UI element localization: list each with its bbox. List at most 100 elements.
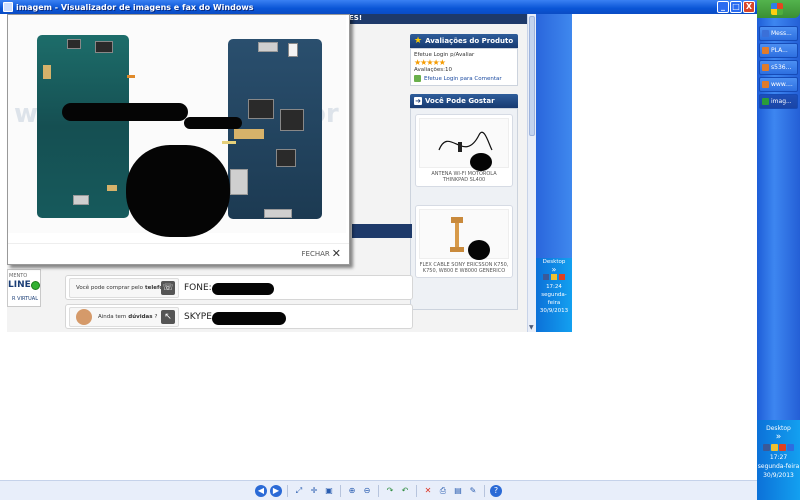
suggest-panel-header: ➜ Você Pode Gostar: [410, 94, 518, 108]
board-chip: [280, 109, 304, 131]
rotate-ccw-icon[interactable]: ↶: [399, 485, 411, 497]
embedded-date: 30/9/2013: [539, 308, 569, 314]
tray-icons: [757, 444, 800, 451]
window-title: imagem - Visualizador de imagens e fax d…: [16, 2, 254, 12]
minimize-button[interactable]: _: [717, 1, 729, 13]
doubts-suffix: ?: [154, 314, 158, 320]
security-icon[interactable]: [779, 444, 786, 451]
doubts-bold: dúvidas: [128, 314, 153, 320]
embedded-day: segunda-feira: [541, 292, 567, 306]
online-status-badge: MENTO LINE R VIRTUAL: [7, 269, 41, 307]
clock[interactable]: 17:27: [757, 453, 800, 462]
zoom-in-icon[interactable]: ⊕: [346, 485, 358, 497]
security-icon: [558, 274, 565, 280]
board-socket: [288, 43, 298, 57]
prev-image-icon[interactable]: ◀: [255, 484, 267, 497]
close-x-icon: ✕: [331, 247, 341, 260]
site-sidebar: ★ Avaliações do Produto Efetue Login p/A…: [410, 34, 518, 332]
slideshow-icon[interactable]: ▣: [323, 485, 335, 497]
suggest-panel: ANTENA WI-FI MOTOROLA THINKPAD SL400 FLE…: [410, 108, 518, 310]
msn-icon: [551, 274, 557, 280]
tray-date: 30/9/2013: [763, 472, 794, 479]
skype-label: SKYPE: [184, 312, 212, 322]
phone-label: FONE:: [184, 283, 212, 293]
browser-icon: [762, 47, 769, 54]
board-chip: [248, 99, 274, 119]
rating-stars-icon: ★★★★★: [414, 58, 446, 67]
taskbar-item-messenger[interactable]: Mess...: [759, 26, 798, 41]
board-chip: [67, 39, 81, 49]
embedded-tray: Desktop » 17:24 segunda-feira 30/9/2013: [536, 258, 572, 332]
save-icon[interactable]: ▤: [452, 485, 464, 497]
windows-taskbar: Mess... PLA... s536... www.... imag... D…: [757, 0, 800, 500]
badge-bottom-text: R VIRTUAL: [12, 296, 38, 302]
ratings-panel-header: ★ Avaliações do Produto: [410, 34, 518, 48]
next-image-icon[interactable]: ▶: [270, 484, 282, 497]
close-label: FECHAR: [301, 250, 330, 258]
toolbar-separator: [340, 484, 341, 497]
toolbar-separator: [484, 484, 485, 497]
doubts-text: Ainda tem: [98, 314, 127, 320]
zoom-out-icon[interactable]: ⊖: [361, 485, 373, 497]
ratings-panel: Efetue Login p/Avaliar ★★★★★ Avaliações:…: [410, 48, 518, 86]
page-scrollbar: ▼: [527, 14, 536, 332]
taskbar-item-browser-3[interactable]: www....: [759, 77, 798, 92]
lightbox-popup: www or FECHAR ✕: [7, 14, 350, 265]
taskbar-item-browser-2[interactable]: s536...: [759, 60, 798, 75]
system-tray: Desktop » 17:27 segunda-feira 30/9/2013: [757, 420, 800, 500]
cursor-icon: ↖: [161, 310, 175, 324]
taskbar-item-label: imag...: [771, 98, 792, 105]
phone-contact-row: Você pode comprar pelo telefone ☏ FONE:: [65, 275, 413, 300]
network-icon[interactable]: [787, 444, 794, 451]
window-titlebar[interactable]: imagem - Visualizador de imagens e fax d…: [0, 0, 757, 14]
product-image-antenna: [419, 118, 509, 171]
redaction-blot: [468, 240, 490, 260]
online-dot-icon: [31, 281, 40, 290]
redaction-scribble: [212, 312, 286, 325]
toolbar-separator: [378, 484, 379, 497]
actual-size-icon[interactable]: ✛: [308, 485, 320, 497]
taskbar-item-label: www....: [771, 81, 793, 88]
best-fit-icon[interactable]: ⤢: [293, 485, 305, 497]
image-viewer-icon: [3, 2, 13, 12]
scrollbar-thumb: [529, 16, 535, 136]
popup-close-link[interactable]: FECHAR ✕: [301, 247, 341, 260]
delete-icon[interactable]: ✕: [422, 485, 434, 497]
product-name: ANTENA WI-FI MOTOROLA THINKPAD SL400: [431, 171, 497, 183]
help-icon[interactable]: ?: [490, 484, 502, 497]
tray-day: segunda-feira: [757, 463, 800, 470]
toolbar-separator: [416, 484, 417, 497]
windows-logo-icon: [771, 3, 783, 15]
badge-top-text: MENTO: [9, 273, 28, 279]
toolbar-separator: [287, 484, 288, 497]
skype-contact-row: Ainda tem dúvidas ? ↖ SKYPE: [65, 304, 413, 329]
board-connector: [264, 209, 292, 218]
board-chip: [95, 41, 113, 53]
edit-icon[interactable]: ✎: [467, 485, 479, 497]
rotate-cw-icon[interactable]: ↷: [384, 485, 396, 497]
ratings-panel-title: Avaliações do Produto: [425, 37, 514, 45]
close-button[interactable]: X: [743, 1, 755, 13]
taskbar-item-browser-1[interactable]: PLA...: [759, 43, 798, 58]
redaction-scribble: [184, 117, 242, 129]
embedded-clock: 17:24: [546, 284, 562, 290]
taskbar-item-image-viewer[interactable]: imag...: [759, 94, 798, 109]
board-flex-tab: [127, 75, 135, 78]
comment-link-label: Efetue Login para Comentar: [424, 75, 502, 82]
redaction-scribble: [126, 145, 230, 237]
print-icon[interactable]: ⎙: [437, 485, 449, 497]
phone-prompt: Você pode comprar pelo telefone ☏: [69, 278, 179, 298]
comment-icon: [414, 75, 421, 82]
embedded-desktop-arrow-icon: »: [551, 265, 557, 274]
board-chip: [276, 149, 296, 167]
maximize-button[interactable]: □: [730, 1, 742, 13]
redaction-scribble: [62, 103, 188, 121]
phone-board-photo: www or: [8, 15, 346, 237]
chevron-down-icon[interactable]: »: [757, 433, 800, 442]
start-button[interactable]: [757, 0, 800, 18]
embedded-tray-icons: [536, 274, 572, 283]
facebook-icon[interactable]: [763, 444, 770, 451]
board-flex-tab: [222, 141, 236, 144]
doubts-prompt: Ainda tem dúvidas ? ↖: [69, 307, 179, 327]
msn-icon[interactable]: [771, 444, 778, 451]
